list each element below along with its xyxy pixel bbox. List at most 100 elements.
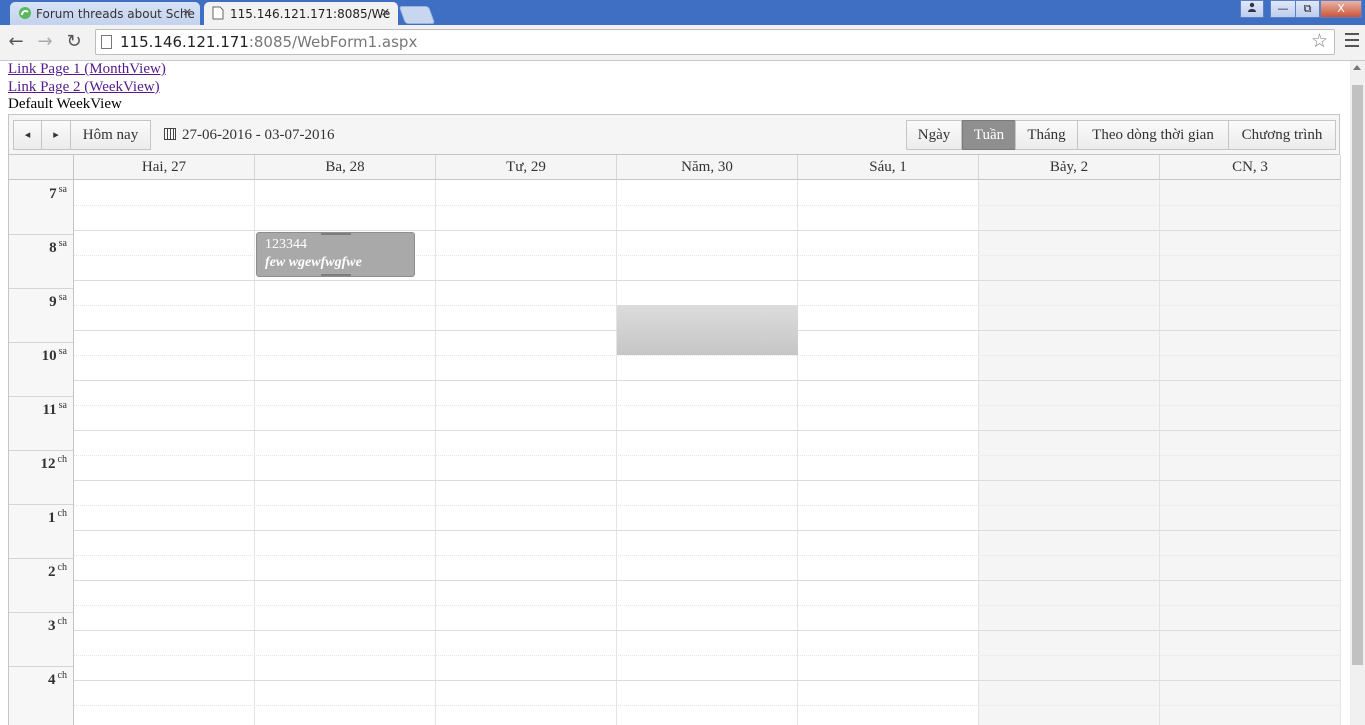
time-separator <box>9 504 73 505</box>
window-close-button[interactable]: X <box>1320 0 1362 18</box>
event-item[interactable]: 123344 few wgewfwgfwe <box>256 232 415 277</box>
grid-line <box>74 280 1341 281</box>
day-header-fri: Sáu, 1 <box>798 155 979 180</box>
grid-line <box>74 355 1341 357</box>
grid-line <box>74 655 1341 657</box>
reload-icon[interactable]: ↻ <box>63 31 85 53</box>
time-separator <box>9 342 73 343</box>
date-range-text: 27-06-2016 - 03-07-2016 <box>182 127 335 143</box>
grid-line <box>74 630 1341 631</box>
prev-button[interactable]: ◂ <box>13 120 42 150</box>
day-header-wed: Tư, 29 <box>436 155 617 180</box>
time-label: 12 ch <box>40 454 67 472</box>
time-label: 11 sa <box>42 400 67 418</box>
bookmark-star-icon[interactable]: ☆ <box>1311 30 1328 52</box>
resize-handle-top[interactable] <box>321 233 351 235</box>
view-month-button[interactable]: Tháng <box>1015 120 1078 150</box>
time-separator <box>9 396 73 397</box>
forum-favicon-icon <box>18 6 32 20</box>
day-column[interactable] <box>979 180 1160 725</box>
day-column[interactable] <box>436 180 617 725</box>
day-header-sat: Bảy, 2 <box>979 155 1160 180</box>
selected-slot[interactable] <box>617 305 798 355</box>
header-corner <box>9 155 74 180</box>
day-column[interactable] <box>74 180 255 725</box>
time-label: 3 ch <box>48 616 67 634</box>
forward-icon[interactable]: → <box>34 31 56 53</box>
time-separator <box>9 234 73 235</box>
view-week-button[interactable]: Tuần <box>962 120 1016 150</box>
page-heading: Default WeekView <box>8 96 122 112</box>
time-label: 4 ch <box>48 670 67 688</box>
grid-line <box>74 680 1341 681</box>
day-column[interactable] <box>617 180 798 725</box>
browser-titlebar: Forum threads about Sche ✕ 115.146.121.1… <box>0 0 1365 25</box>
close-icon[interactable]: ✕ <box>183 6 192 19</box>
page-icon <box>101 35 112 49</box>
menu-icon[interactable] <box>1345 33 1359 47</box>
today-button[interactable]: Hôm nay <box>70 120 151 150</box>
event-title: 123344 <box>265 237 307 252</box>
time-label: 2 ch <box>48 562 67 580</box>
page-content: Link Page 1 (MonthView) Link Page 2 (Wee… <box>0 61 1350 725</box>
restore-button[interactable]: ⧉ <box>1295 0 1320 18</box>
back-icon[interactable]: ← <box>5 31 27 53</box>
time-separator <box>9 666 73 667</box>
grid-line <box>74 230 1341 231</box>
grid-line <box>74 580 1341 581</box>
event-description: few wgewfwgfwe <box>265 255 362 270</box>
calendar-icon <box>164 128 176 140</box>
address-bar[interactable]: 115.146.121.171:8085/WebForm1.aspx ☆ <box>95 29 1335 55</box>
time-label: 7 sa <box>49 184 67 202</box>
time-separator <box>9 288 73 289</box>
grid-line <box>74 505 1341 507</box>
view-day-button[interactable]: Ngày <box>906 120 962 150</box>
grid-line <box>74 605 1341 607</box>
scroll-thumb[interactable] <box>1352 85 1363 665</box>
time-label: 10 sa <box>41 346 67 364</box>
day-column[interactable] <box>798 180 979 725</box>
grid-line <box>74 405 1341 407</box>
day-column[interactable] <box>1160 180 1341 725</box>
date-range-picker[interactable]: 27-06-2016 - 03-07-2016 <box>164 120 334 150</box>
day-header-tue: Ba, 28 <box>255 155 436 180</box>
user-profile-button[interactable] <box>1240 0 1264 18</box>
time-label: 1 ch <box>48 508 67 526</box>
time-label: 8 sa <box>49 238 67 256</box>
browser-toolbar: ← → ↻ 115.146.121.171:8085/WebForm1.aspx… <box>0 25 1365 61</box>
grid-line <box>74 705 1341 707</box>
view-timeline-button[interactable]: Theo dòng thời gian <box>1077 120 1229 150</box>
link-page-2[interactable]: Link Page 2 (WeekView) <box>8 79 160 96</box>
day-header-thu: Năm, 30 <box>617 155 798 180</box>
minimize-button[interactable]: — <box>1270 0 1296 18</box>
next-button[interactable]: ▸ <box>41 120 71 150</box>
grid-line <box>74 555 1341 557</box>
tab-webform[interactable]: 115.146.121.171:8085/We ✕ <box>204 2 398 25</box>
grid-line <box>74 455 1341 457</box>
link-page-1[interactable]: Link Page 1 (MonthView) <box>8 61 166 78</box>
user-icon <box>1248 2 1256 12</box>
grid-line <box>74 380 1341 381</box>
page-scrollbar[interactable] <box>1350 61 1365 725</box>
day-header-mon: Hai, 27 <box>74 155 255 180</box>
scheduler: ◂ ▸ Hôm nay 27-06-2016 - 03-07-2016 Ngày… <box>8 114 1341 725</box>
close-icon[interactable]: ✕ <box>381 6 390 19</box>
page-favicon-icon <box>212 6 226 20</box>
tab-label: 115.146.121.171:8085/We <box>230 7 391 21</box>
day-header-sun: CN, 3 <box>1160 155 1341 180</box>
resize-handle-bottom[interactable] <box>321 274 351 276</box>
time-label: 9 sa <box>49 292 67 310</box>
tab-forum-threads[interactable]: Forum threads about Sche ✕ <box>10 2 200 25</box>
new-tab-button[interactable] <box>398 6 436 24</box>
time-separator <box>9 612 73 613</box>
week-grid[interactable]: 123344 few wgewfwgfwe <box>74 180 1341 725</box>
grid-line <box>74 430 1341 431</box>
view-agenda-button[interactable]: Chương trình <box>1228 120 1336 150</box>
scroll-up-arrow-icon[interactable] <box>1353 65 1361 70</box>
scheduler-toolbar: ◂ ▸ Hôm nay 27-06-2016 - 03-07-2016 Ngày… <box>9 115 1339 155</box>
time-separator <box>9 558 73 559</box>
time-separator <box>9 450 73 451</box>
url-text[interactable]: 115.146.121.171:8085/WebForm1.aspx <box>120 33 417 51</box>
time-column: 7 sa 8 sa 9 sa 10 sa 11 sa 12 ch 1 ch 2 ch 3 ch 4 ch <box>9 180 74 725</box>
grid-line <box>74 530 1341 531</box>
